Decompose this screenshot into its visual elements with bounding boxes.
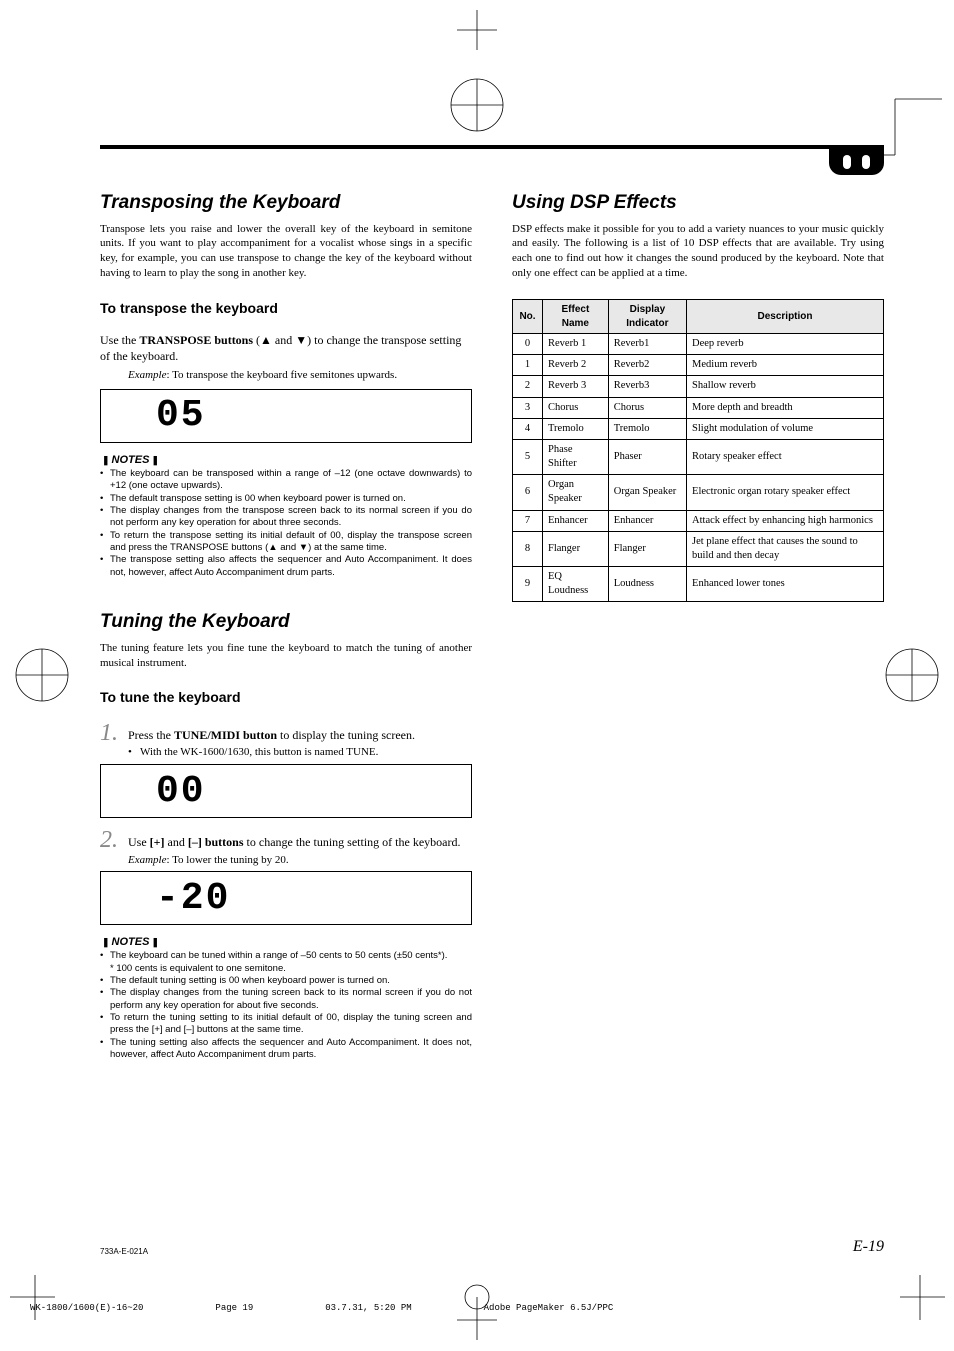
step-1: 1. Press the TUNE/MIDI button to display…: [100, 721, 472, 760]
table-row: 5Phase ShifterPhaserRotary speaker effec…: [513, 439, 884, 474]
step-subnote: With the WK-1600/1630, this button is na…: [128, 745, 472, 760]
step-number: 1.: [100, 721, 128, 745]
table-row: 4TremoloTremoloSlight modulation of volu…: [513, 418, 884, 439]
crop-info: WK-1800/1600(E)-16~20 Page 19 03.7.31, 5…: [30, 1303, 934, 1313]
crop-app: Adobe PageMaker 6.5J/PPC: [484, 1303, 614, 1313]
table-row: 1Reverb 2Reverb2Medium reverb: [513, 355, 884, 376]
left-column: Transposing the Keyboard Transpose lets …: [100, 190, 472, 1091]
tuning-sub: To tune the keyboard: [100, 688, 472, 707]
transpose-example: Example: To transpose the keyboard five …: [128, 368, 472, 383]
note-item: The default tuning setting is 00 when ke…: [100, 975, 472, 987]
page-number: E-19: [853, 1238, 884, 1256]
transpose-lcd: 05: [100, 389, 472, 443]
transpose-instruction: Use the TRANSPOSE buttons (▲ and ▼) to c…: [100, 332, 472, 364]
tuning-intro: The tuning feature lets you fine tune th…: [100, 641, 472, 671]
table-row: 9EQ LoudnessLoudnessEnhanced lower tones: [513, 567, 884, 602]
step-2: 2. Use [+] and [–] buttons to change the…: [100, 828, 472, 867]
transpose-sub: To transpose the keyboard: [100, 299, 472, 318]
tuning-lcd-2: -20: [100, 871, 472, 925]
table-row: 2Reverb 3Reverb3Shallow reverb: [513, 376, 884, 397]
top-bar: [100, 145, 884, 149]
note-item: * 100 cents is equivalent to one semiton…: [100, 963, 472, 975]
th-no: No.: [513, 300, 543, 334]
crop-page: Page 19: [215, 1303, 253, 1313]
note-item: The keyboard can be tuned within a range…: [100, 950, 472, 962]
transpose-notes: The keyboard can be transposed within a …: [100, 468, 472, 579]
table-row: 6Organ SpeakerOrgan SpeakerElectronic or…: [513, 475, 884, 510]
transpose-title: Transposing the Keyboard: [100, 190, 472, 216]
doc-id: 733A-E-021A: [100, 1247, 148, 1256]
tuning-title: Tuning the Keyboard: [100, 609, 472, 635]
right-column: Using DSP Effects DSP effects make it po…: [512, 190, 884, 1091]
dsp-title: Using DSP Effects: [512, 190, 884, 216]
note-item: The keyboard can be transposed within a …: [100, 468, 472, 493]
notes-heading: NOTES: [100, 453, 472, 468]
note-item: The transpose setting also affects the s…: [100, 554, 472, 579]
th-desc: Description: [687, 300, 884, 334]
table-row: 8FlangerFlangerJet plane effect that cau…: [513, 531, 884, 566]
tab-decoration: [829, 149, 884, 175]
notes-heading: NOTES: [100, 935, 472, 950]
tuning-lcd-1: 00: [100, 764, 472, 818]
note-item: The default transpose setting is 00 when…: [100, 493, 472, 505]
crop-date: 03.7.31, 5:20 PM: [325, 1303, 411, 1313]
step-number: 2.: [100, 828, 128, 852]
note-item: To return the transpose setting its init…: [100, 530, 472, 555]
th-name: Effect Name: [543, 300, 609, 334]
dsp-table: No. Effect Name Display Indicator Descri…: [512, 299, 884, 602]
footer: 733A-E-021A E-19: [100, 1238, 884, 1256]
note-item: The display changes from the transpose s…: [100, 505, 472, 530]
th-indicator: Display Indicator: [608, 300, 686, 334]
step-example: Example: To lower the tuning by 20.: [128, 853, 472, 868]
note-item: The display changes from the tuning scre…: [100, 987, 472, 1012]
table-row: 0Reverb 1Reverb1Deep reverb: [513, 334, 884, 355]
note-item: The tuning setting also affects the sequ…: [100, 1037, 472, 1062]
table-row: 7EnhancerEnhancerAttack effect by enhanc…: [513, 510, 884, 531]
crop-file: WK-1800/1600(E)-16~20: [30, 1303, 143, 1313]
table-row: 3ChorusChorusMore depth and breadth: [513, 397, 884, 418]
dsp-intro: DSP effects make it possible for you to …: [512, 222, 884, 281]
note-item: To return the tuning setting to its init…: [100, 1012, 472, 1037]
tuning-notes: The keyboard can be tuned within a range…: [100, 950, 472, 1061]
transpose-intro: Transpose lets you raise and lower the o…: [100, 222, 472, 281]
